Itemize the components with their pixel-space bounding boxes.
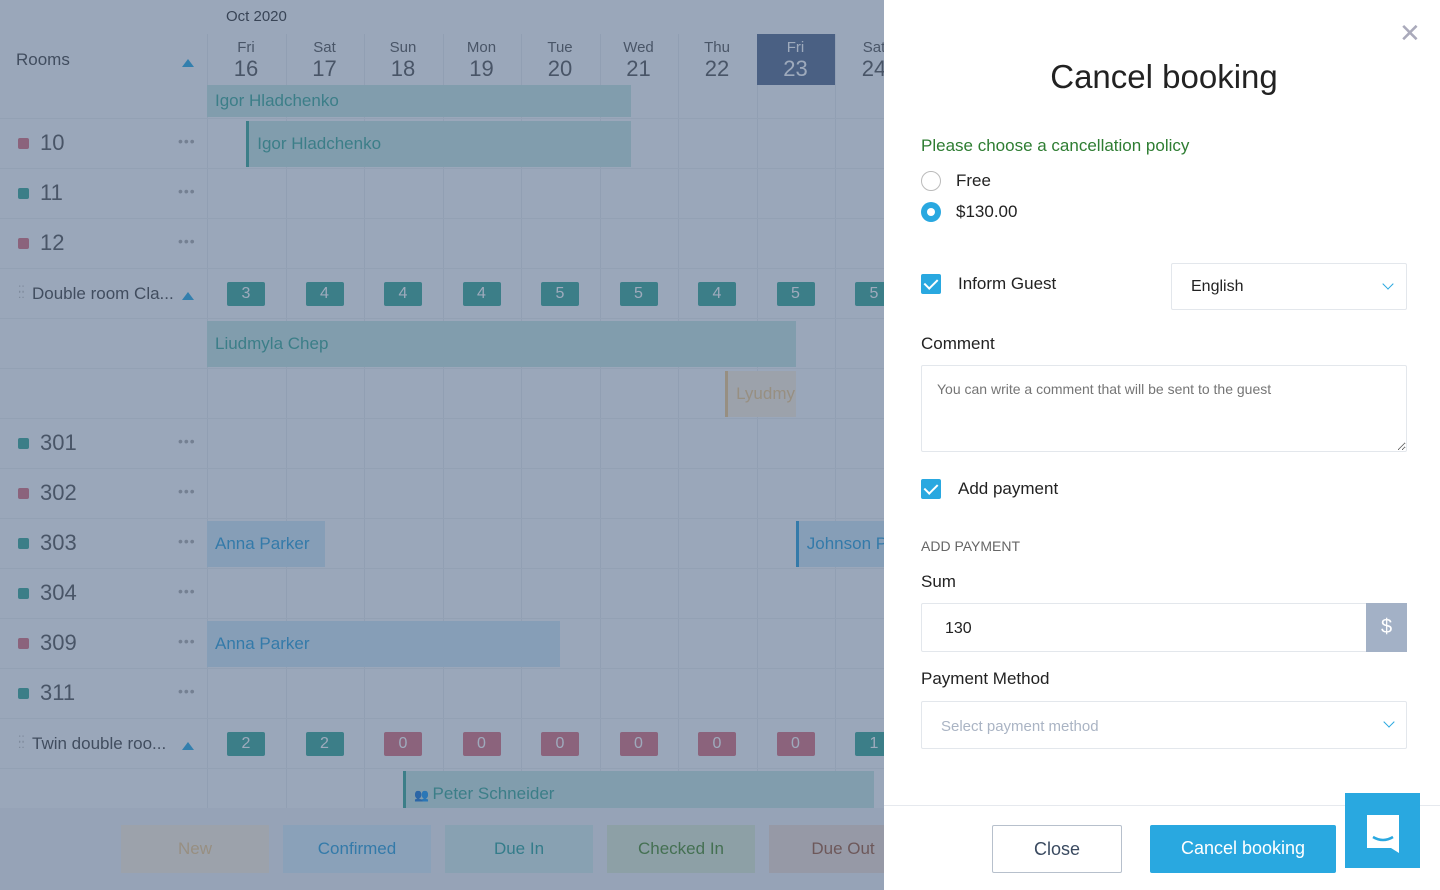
checkbox-icon[interactable] bbox=[921, 274, 941, 294]
payment-method-label: Payment Method bbox=[921, 669, 1050, 688]
add-payment-checkbox[interactable]: Add payment bbox=[921, 479, 1058, 499]
sum-input[interactable]: 130 $ bbox=[921, 603, 1407, 652]
inform-guest-label: Inform Guest bbox=[958, 274, 1057, 293]
policy-paid-label: $130.00 bbox=[956, 202, 1018, 221]
radio-paid[interactable] bbox=[921, 202, 941, 222]
add-payment-heading: ADD PAYMENT bbox=[921, 538, 1021, 554]
policy-free-label: Free bbox=[956, 171, 991, 190]
chevron-down-icon bbox=[1382, 278, 1394, 290]
checkbox-icon[interactable] bbox=[921, 479, 941, 499]
policy-heading: Please choose a cancellation policy bbox=[921, 136, 1190, 155]
chevron-down-icon bbox=[1383, 716, 1395, 728]
close-button[interactable]: Close bbox=[992, 825, 1122, 873]
comment-input[interactable] bbox=[921, 365, 1407, 452]
cancel-booking-button[interactable]: Cancel booking bbox=[1150, 825, 1336, 873]
close-icon[interactable]: ✕ bbox=[1399, 18, 1421, 49]
cancel-booking-panel: ✕ Cancel booking Please choose a cancell… bbox=[884, 0, 1440, 890]
add-payment-label: Add payment bbox=[958, 479, 1059, 498]
panel-title: Cancel booking bbox=[1050, 58, 1278, 95]
language-select[interactable]: English bbox=[1171, 263, 1407, 310]
currency-addon: $ bbox=[1366, 603, 1407, 652]
chat-icon bbox=[1367, 815, 1399, 853]
radio-free[interactable] bbox=[921, 171, 941, 191]
policy-option-paid[interactable]: $130.00 bbox=[921, 202, 1017, 222]
payment-method-placeholder: Select payment method bbox=[941, 718, 1099, 735]
payment-method-select[interactable]: Select payment method bbox=[921, 701, 1407, 749]
policy-option-free[interactable]: Free bbox=[921, 171, 991, 191]
language-value: English bbox=[1191, 278, 1244, 295]
sum-value: 130 bbox=[945, 620, 972, 637]
inform-guest-checkbox[interactable]: Inform Guest bbox=[921, 274, 1056, 294]
sum-label: Sum bbox=[921, 572, 956, 591]
modal-overlay[interactable] bbox=[0, 0, 884, 890]
chat-widget-button[interactable] bbox=[1345, 793, 1420, 868]
comment-label: Comment bbox=[921, 334, 995, 353]
